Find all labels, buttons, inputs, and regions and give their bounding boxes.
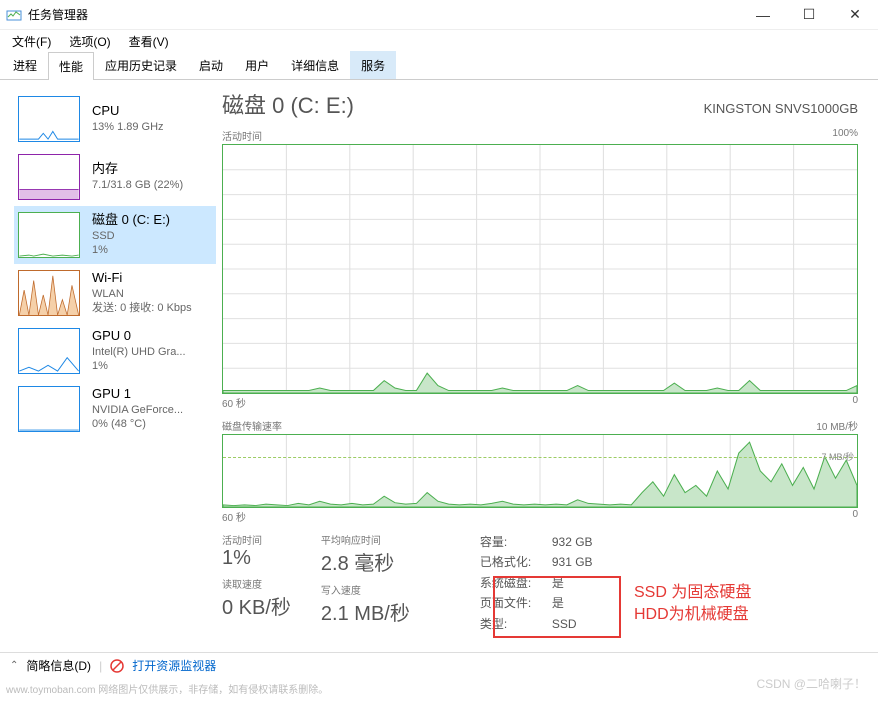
wifi-sub1: WLAN bbox=[92, 287, 192, 301]
gpu0-thumb bbox=[18, 328, 80, 374]
menu-view[interactable]: 查看(V) bbox=[121, 31, 177, 52]
gpu1-title: GPU 1 bbox=[92, 386, 183, 403]
gpu1-sub2: 0% (48 °C) bbox=[92, 417, 183, 431]
tab-services[interactable]: 服务 bbox=[350, 51, 396, 79]
capacity-key: 容量: bbox=[480, 532, 540, 552]
fewer-details[interactable]: 简略信息(D) bbox=[26, 657, 91, 674]
sidebar-item-gpu1[interactable]: GPU 1 NVIDIA GeForce... 0% (48 °C) bbox=[14, 380, 216, 438]
tab-startup[interactable]: 启动 bbox=[188, 51, 234, 79]
memory-thumb bbox=[18, 154, 80, 200]
content-area: CPU 13% 1.89 GHz 内存 7.1/31.8 GB (22%) 磁盘… bbox=[0, 80, 878, 660]
cpu-title: CPU bbox=[92, 103, 164, 120]
sidebar-item-gpu0[interactable]: GPU 0 Intel(R) UHD Gra... 1% bbox=[14, 322, 216, 380]
tab-history[interactable]: 应用历史记录 bbox=[94, 51, 188, 79]
sidebar: CPU 13% 1.89 GHz 内存 7.1/31.8 GB (22%) 磁盘… bbox=[0, 80, 216, 660]
minimize-button[interactable]: — bbox=[740, 0, 786, 30]
formatted-val: 931 GB bbox=[552, 552, 593, 572]
activity-axis-right: 0 bbox=[852, 395, 858, 410]
disk-model: KINGSTON SNVS1000GB bbox=[704, 101, 858, 116]
gpu1-thumb bbox=[18, 386, 80, 432]
open-resmon[interactable]: 打开资源监视器 bbox=[132, 657, 216, 674]
watermark: www.toymoban.com 网络图片仅供展示，非存储，如有侵权请联系删除。 bbox=[6, 681, 328, 696]
tab-performance[interactable]: 性能 bbox=[48, 52, 94, 80]
disk-sub1: SSD bbox=[92, 229, 170, 243]
disk-title: 磁盘 0 (C: E:) bbox=[92, 212, 170, 229]
activity-chart-block: 活动时间 100% 60 秒 0 bbox=[222, 128, 858, 410]
main-panel: 磁盘 0 (C: E:) KINGSTON SNVS1000GB 活动时间 10… bbox=[216, 80, 878, 660]
resmon-icon bbox=[110, 659, 124, 673]
activity-max: 100% bbox=[832, 128, 858, 143]
sidebar-item-disk[interactable]: 磁盘 0 (C: E:) SSD 1% bbox=[14, 206, 216, 264]
annotation-text: SSD 为固态硬盘 HDD为机械硬盘 bbox=[634, 582, 751, 627]
gpu0-sub2: 1% bbox=[92, 359, 186, 373]
transfer-label: 磁盘传输速率 bbox=[222, 418, 282, 433]
tab-details[interactable]: 详细信息 bbox=[280, 51, 350, 79]
cpu-sub: 13% 1.89 GHz bbox=[92, 120, 164, 134]
write-label: 写入速度 bbox=[321, 582, 410, 597]
transfer-chart: 7 MB/秒 bbox=[222, 434, 858, 508]
wifi-sub2: 发送: 0 接收: 0 Kbps bbox=[92, 301, 192, 315]
memory-title: 内存 bbox=[92, 161, 183, 178]
disk-sub2: 1% bbox=[92, 243, 170, 257]
transfer-max: 10 MB/秒 bbox=[816, 418, 858, 433]
titlebar: 任务管理器 — ☐ ✕ bbox=[0, 0, 878, 30]
gpu0-title: GPU 0 bbox=[92, 328, 186, 345]
active-value: 1% bbox=[222, 547, 291, 570]
menu-options[interactable]: 选项(O) bbox=[61, 31, 118, 52]
read-value: 0 KB/秒 bbox=[222, 591, 291, 620]
activity-chart bbox=[222, 144, 858, 394]
capacity-val: 932 GB bbox=[552, 532, 593, 552]
resp-value: 2.8 毫秒 bbox=[321, 547, 410, 576]
formatted-key: 已格式化: bbox=[480, 552, 540, 572]
close-button[interactable]: ✕ bbox=[832, 0, 878, 30]
activity-axis-left: 60 秒 bbox=[222, 395, 246, 410]
active-label: 活动时间 bbox=[222, 532, 291, 547]
cpu-thumb bbox=[18, 96, 80, 142]
main-title: 磁盘 0 (C: E:) bbox=[222, 88, 354, 120]
annotation-box bbox=[493, 576, 621, 638]
transfer-axis-right: 0 bbox=[852, 509, 858, 524]
tab-processes[interactable]: 进程 bbox=[2, 51, 48, 79]
tab-users[interactable]: 用户 bbox=[234, 51, 280, 79]
transfer-dashed-label: 7 MB/秒 bbox=[821, 450, 854, 463]
activity-label: 活动时间 bbox=[222, 128, 262, 143]
transfer-axis-left: 60 秒 bbox=[222, 509, 246, 524]
gpu0-sub1: Intel(R) UHD Gra... bbox=[92, 345, 186, 359]
sidebar-item-memory[interactable]: 内存 7.1/31.8 GB (22%) bbox=[14, 148, 216, 206]
window-title: 任务管理器 bbox=[28, 6, 740, 23]
sidebar-item-cpu[interactable]: CPU 13% 1.89 GHz bbox=[14, 90, 216, 148]
expand-icon[interactable]: ⌃ bbox=[10, 660, 18, 671]
resp-label: 平均响应时间 bbox=[321, 532, 410, 547]
menubar: 文件(F) 选项(O) 查看(V) bbox=[0, 30, 878, 52]
tab-bar: 进程 性能 应用历史记录 启动 用户 详细信息 服务 bbox=[0, 52, 878, 80]
maximize-button[interactable]: ☐ bbox=[786, 0, 832, 30]
read-label: 读取速度 bbox=[222, 576, 291, 591]
menu-file[interactable]: 文件(F) bbox=[4, 31, 59, 52]
transfer-chart-block: 磁盘传输速率 10 MB/秒 7 MB/秒 60 秒 0 bbox=[222, 418, 858, 524]
gpu1-sub1: NVIDIA GeForce... bbox=[92, 403, 183, 417]
wifi-title: Wi-Fi bbox=[92, 270, 192, 287]
sidebar-item-wifi[interactable]: Wi-Fi WLAN 发送: 0 接收: 0 Kbps bbox=[14, 264, 216, 322]
statusbar: ⌃ 简略信息(D) | 打开资源监视器 bbox=[0, 652, 878, 678]
csdn-watermark: CSDN @二哈喇子！ bbox=[756, 675, 866, 692]
write-value: 2.1 MB/秒 bbox=[321, 597, 410, 626]
taskmgr-icon bbox=[6, 7, 22, 23]
wifi-thumb bbox=[18, 270, 80, 316]
disk-thumb bbox=[18, 212, 80, 258]
memory-sub: 7.1/31.8 GB (22%) bbox=[92, 178, 183, 192]
